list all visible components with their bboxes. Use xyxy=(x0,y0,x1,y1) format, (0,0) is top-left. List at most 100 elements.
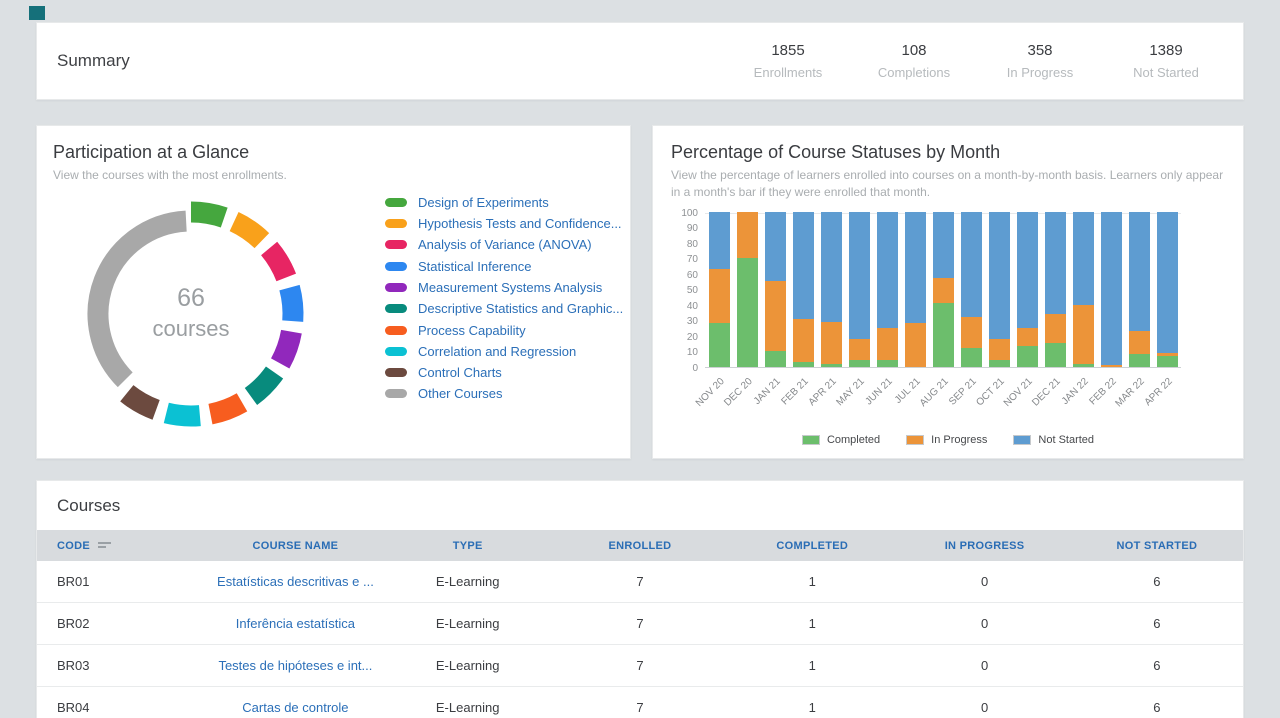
course-name-link[interactable]: Testes de hipóteses e int... xyxy=(209,658,381,673)
donut-segment[interactable] xyxy=(251,372,275,396)
bar-segment-in-progress[interactable] xyxy=(905,323,926,366)
donut-legend-item[interactable]: Analysis of Variance (ANOVA) xyxy=(385,238,623,251)
bar-segment-completed[interactable] xyxy=(877,360,898,366)
column-header-enrolled[interactable]: ENROLLED xyxy=(554,540,726,552)
bar-segment-not-started[interactable] xyxy=(765,212,786,282)
bar-segment-completed[interactable] xyxy=(737,258,758,367)
bar-segment-completed[interactable] xyxy=(1017,346,1038,366)
bar-segment-in-progress[interactable] xyxy=(849,339,870,361)
bar-segment-in-progress[interactable] xyxy=(877,328,898,361)
stacked-bar xyxy=(877,212,898,367)
bar-segment-not-started[interactable] xyxy=(933,212,954,279)
bar-segment-not-started[interactable] xyxy=(1157,212,1178,353)
donut-segment[interactable] xyxy=(127,393,156,410)
statuses-title: Percentage of Course Statuses by Month xyxy=(671,142,1225,163)
sort-lines-icon[interactable] xyxy=(98,542,111,550)
column-header-in-progress[interactable]: IN PROGRESS xyxy=(898,540,1070,552)
bar-segment-completed[interactable] xyxy=(1157,356,1178,367)
bar-segment-completed[interactable] xyxy=(821,364,842,367)
course-name-link[interactable]: Cartas de controle xyxy=(209,700,381,715)
bar-segment-completed[interactable] xyxy=(1073,364,1094,367)
bar-segment-in-progress[interactable] xyxy=(989,339,1010,361)
bar-segment-not-started[interactable] xyxy=(989,212,1010,339)
bar-segment-completed[interactable] xyxy=(1045,343,1066,366)
cell-type: E-Learning xyxy=(382,574,554,589)
stacked-bar xyxy=(1017,212,1038,367)
bar-segment-in-progress[interactable] xyxy=(709,269,730,323)
column-header-not-started[interactable]: NOT STARTED xyxy=(1071,540,1243,552)
donut-segment[interactable] xyxy=(290,287,293,321)
bar-segment-not-started[interactable] xyxy=(1073,212,1094,305)
stacked-bar xyxy=(709,212,730,367)
donut-legend: Design of Experiments Hypothesis Tests an… xyxy=(385,196,623,409)
bar-segment-not-started[interactable] xyxy=(877,212,898,328)
bar-segment-not-started[interactable] xyxy=(1101,212,1122,365)
column-header-code[interactable]: CODE xyxy=(37,540,209,552)
bar-segment-completed[interactable] xyxy=(849,360,870,366)
legend-swatch-icon xyxy=(385,368,407,377)
donut-legend-item[interactable]: Statistical Inference xyxy=(385,260,623,273)
stacked-bar xyxy=(989,212,1010,367)
donut-legend-item[interactable]: Other Courses xyxy=(385,387,623,400)
courses-card: Courses CODECOURSE NAMETYPEENROLLEDCOMPL… xyxy=(36,480,1244,718)
brand-mark xyxy=(29,6,45,20)
bar-segment-in-progress[interactable] xyxy=(1073,305,1094,364)
bar-segment-completed[interactable] xyxy=(765,351,786,367)
column-header-course-name[interactable]: COURSE NAME xyxy=(209,540,381,552)
column-header-type[interactable]: TYPE xyxy=(382,540,554,552)
stacked-bar xyxy=(1045,212,1066,367)
cell-in_progress: 0 xyxy=(898,574,1070,589)
bar-segment-not-started[interactable] xyxy=(961,212,982,317)
donut-segment[interactable] xyxy=(98,221,186,380)
legend-swatch-icon xyxy=(385,198,407,207)
donut-segment[interactable] xyxy=(210,402,242,414)
donut-legend-item[interactable]: Control Charts xyxy=(385,366,623,379)
donut-segment[interactable] xyxy=(191,212,224,218)
course-name-link[interactable]: Estatísticas descritivas e ... xyxy=(209,574,381,589)
bar-segment-in-progress[interactable] xyxy=(933,278,954,303)
donut-legend-item[interactable]: Hypothesis Tests and Confidence... xyxy=(385,217,623,230)
bar-segment-not-started[interactable] xyxy=(849,212,870,339)
y-axis-tick-label: 60 xyxy=(671,270,698,281)
donut-segment[interactable] xyxy=(269,248,286,277)
bar-segment-in-progress[interactable] xyxy=(737,212,758,259)
bar-segment-completed[interactable] xyxy=(1129,354,1150,366)
bar-segment-in-progress[interactable] xyxy=(961,317,982,348)
bar-segment-completed[interactable] xyxy=(793,362,814,367)
donut-legend-label: Process Capability xyxy=(418,323,526,338)
bar-segment-completed[interactable] xyxy=(933,303,954,367)
donut-segment[interactable] xyxy=(166,413,200,416)
course-name-link[interactable]: Inferência estatística xyxy=(209,616,381,631)
bar-segment-in-progress[interactable] xyxy=(1045,314,1066,343)
column-header-completed[interactable]: COMPLETED xyxy=(726,540,898,552)
donut-segment[interactable] xyxy=(280,332,291,364)
bar-segment-not-started[interactable] xyxy=(1045,212,1066,314)
donut-legend-item[interactable]: Process Capability xyxy=(385,324,623,337)
bar-segment-in-progress[interactable] xyxy=(1017,328,1038,347)
bar-segment-not-started[interactable] xyxy=(709,212,730,269)
bar-segment-completed[interactable] xyxy=(961,348,982,367)
donut-legend-item[interactable]: Design of Experiments xyxy=(385,196,623,209)
bar-segment-not-started[interactable] xyxy=(793,212,814,319)
bar-segment-in-progress[interactable] xyxy=(1101,365,1122,367)
bar-segment-not-started[interactable] xyxy=(905,212,926,324)
bar-segment-in-progress[interactable] xyxy=(793,319,814,362)
stacked-bar-chart: 0102030405060708090100NOV 20DEC 20JAN 21… xyxy=(671,213,1225,428)
stacked-bar xyxy=(821,212,842,367)
bar-segment-in-progress[interactable] xyxy=(821,322,842,364)
bar-segment-completed[interactable] xyxy=(989,360,1010,366)
bar-segment-in-progress[interactable] xyxy=(1129,331,1150,354)
bar-segment-completed[interactable] xyxy=(709,323,730,366)
bar-segment-not-started[interactable] xyxy=(821,212,842,322)
stacked-bar xyxy=(1073,212,1094,367)
cell-in_progress: 0 xyxy=(898,658,1070,673)
donut-segment[interactable] xyxy=(234,221,262,240)
donut-legend-label: Analysis of Variance (ANOVA) xyxy=(418,237,592,252)
donut-legend-item[interactable]: Descriptive Statistics and Graphic... xyxy=(385,302,623,315)
legend-swatch-icon xyxy=(385,304,407,313)
donut-legend-item[interactable]: Measurement Systems Analysis xyxy=(385,281,623,294)
bar-segment-not-started[interactable] xyxy=(1017,212,1038,328)
bar-segment-not-started[interactable] xyxy=(1129,212,1150,331)
bar-segment-in-progress[interactable] xyxy=(765,281,786,351)
donut-legend-item[interactable]: Correlation and Regression xyxy=(385,345,623,358)
